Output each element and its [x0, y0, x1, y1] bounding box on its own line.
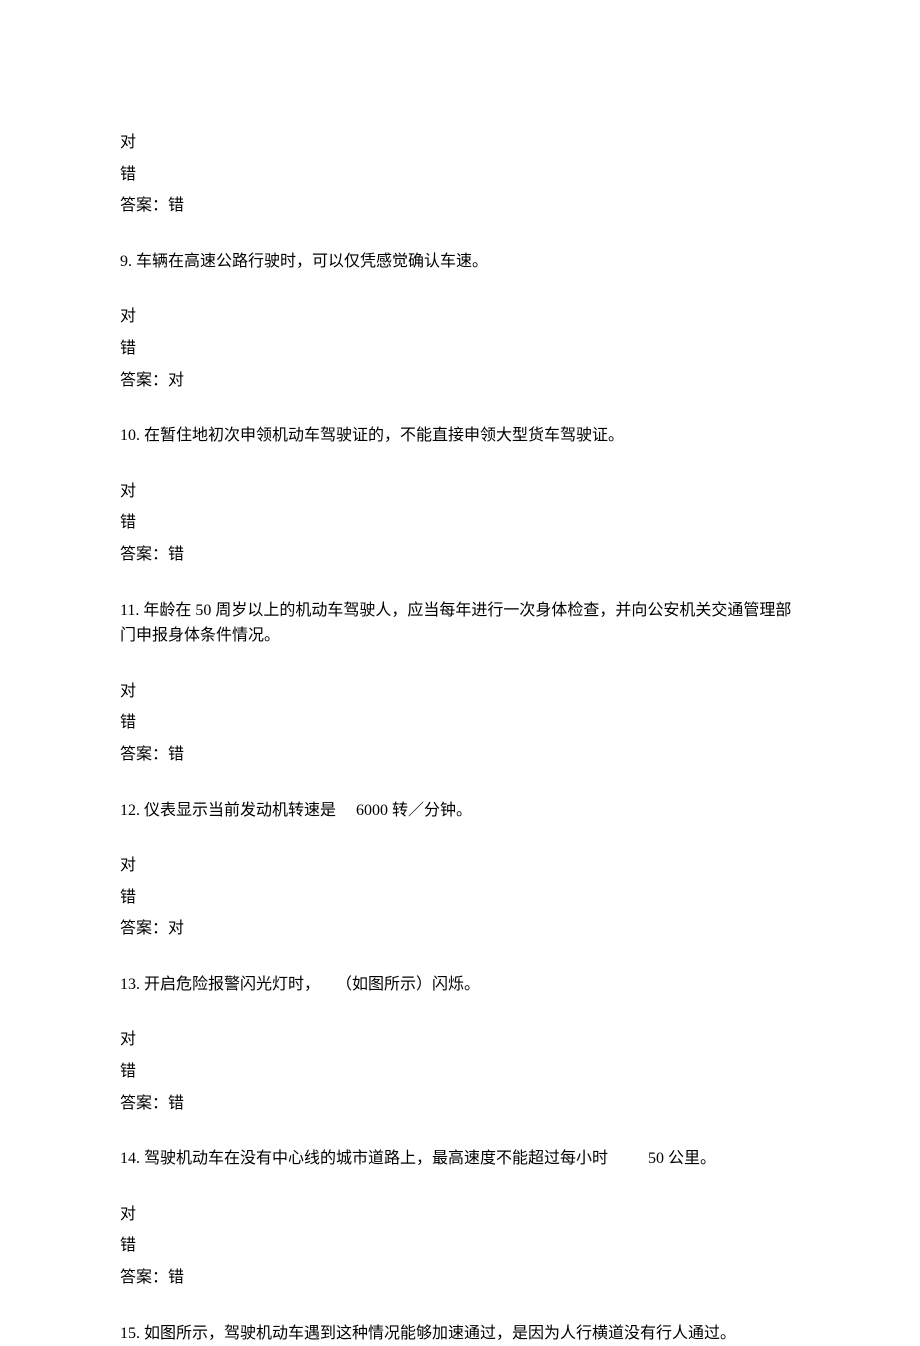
- question-body-prefix: 仪表显示当前发动机转速是: [144, 802, 336, 819]
- question-body-prefix: 开启危险报警闪光灯时，: [144, 976, 320, 993]
- question-body-suffix: （如图所示）闪烁。: [336, 976, 480, 993]
- option-true: 对: [120, 479, 800, 505]
- question-text: 15. 如图所示，驾驶机动车遇到这种情况能够加速通过，是因为人行横道没有行人通过…: [120, 1321, 800, 1346]
- option-false: 错: [120, 885, 800, 911]
- question-body: 年龄在 50 周岁以上的机动车驾驶人，应当每年进行一次身体检查，并向公安机关交通…: [120, 602, 791, 645]
- question-body-suffix: 50 公里。: [648, 1150, 716, 1167]
- answer-block: 对 错 答案：错: [120, 1202, 800, 1291]
- option-false: 错: [120, 1059, 800, 1085]
- answer-line: 答案：错: [120, 742, 800, 768]
- answer-block: 对 错 答案：错: [120, 479, 800, 568]
- question-11: 11. 年龄在 50 周岁以上的机动车驾驶人，应当每年进行一次身体检查，并向公安…: [120, 598, 800, 768]
- option-true: 对: [120, 853, 800, 879]
- answer-value: 错: [168, 1269, 184, 1286]
- question-number: 15.: [120, 1325, 140, 1342]
- question-text: 14. 驾驶机动车在没有中心线的城市道路上，最高速度不能超过每小时 50 公里。: [120, 1146, 800, 1172]
- answer-value: 错: [168, 197, 184, 214]
- answer-line: 答案：错: [120, 542, 800, 568]
- question-15: 15. 如图所示，驾驶机动车遇到这种情况能够加速通过，是因为人行横道没有行人通过…: [120, 1321, 800, 1346]
- option-true: 对: [120, 679, 800, 705]
- question-14: 14. 驾驶机动车在没有中心线的城市道路上，最高速度不能超过每小时 50 公里。…: [120, 1146, 800, 1290]
- question-number: 9.: [120, 253, 132, 270]
- answer-value: 错: [168, 746, 184, 763]
- option-false: 错: [120, 162, 800, 188]
- answer-label: 答案：: [120, 746, 168, 763]
- question-number: 14.: [120, 1150, 140, 1167]
- question-13: 13. 开启危险报警闪光灯时， （如图所示）闪烁。 对 错 答案：错: [120, 972, 800, 1116]
- answer-block: 对 错 答案：错: [120, 679, 800, 768]
- option-false: 错: [120, 336, 800, 362]
- question-text: 9. 车辆在高速公路行驶时，可以仅凭感觉确认车速。: [120, 249, 800, 275]
- question-body: 如图所示，驾驶机动车遇到这种情况能够加速通过，是因为人行横道没有行人通过。: [144, 1325, 736, 1342]
- question-12: 12. 仪表显示当前发动机转速是 6000 转／分钟。 对 错 答案：对: [120, 798, 800, 942]
- question-body-suffix: 6000 转／分钟。: [356, 802, 472, 819]
- answer-line: 答案：错: [120, 1091, 800, 1117]
- question-text: 12. 仪表显示当前发动机转速是 6000 转／分钟。: [120, 798, 800, 824]
- option-false: 错: [120, 710, 800, 736]
- answer-line: 答案：对: [120, 368, 800, 394]
- answer-label: 答案：: [120, 372, 168, 389]
- answer-line: 答案：错: [120, 193, 800, 219]
- answer-value: 对: [168, 372, 184, 389]
- answer-block: 对 错 答案：错: [120, 1027, 800, 1116]
- option-true: 对: [120, 1027, 800, 1053]
- question-text: 10. 在暂住地初次申领机动车驾驶证的，不能直接申领大型货车驾驶证。: [120, 423, 800, 449]
- question-text: 11. 年龄在 50 周岁以上的机动车驾驶人，应当每年进行一次身体检查，并向公安…: [120, 598, 800, 649]
- answer-line: 答案：错: [120, 1265, 800, 1291]
- answer-label: 答案：: [120, 920, 168, 937]
- question-number: 13.: [120, 976, 140, 993]
- question-number: 11.: [120, 602, 139, 619]
- answer-value: 错: [168, 1095, 184, 1112]
- answer-label: 答案：: [120, 1269, 168, 1286]
- answer-block: 对 错 答案：对: [120, 853, 800, 942]
- option-true: 对: [120, 1202, 800, 1228]
- question-number: 10.: [120, 427, 140, 444]
- question-body: 在暂住地初次申领机动车驾驶证的，不能直接申领大型货车驾驶证。: [144, 427, 624, 444]
- question-9: 9. 车辆在高速公路行驶时，可以仅凭感觉确认车速。 对 错 答案：对: [120, 249, 800, 393]
- answer-label: 答案：: [120, 546, 168, 563]
- question-text: 13. 开启危险报警闪光灯时， （如图所示）闪烁。: [120, 972, 800, 998]
- option-false: 错: [120, 1233, 800, 1259]
- question-10: 10. 在暂住地初次申领机动车驾驶证的，不能直接申领大型货车驾驶证。 对 错 答…: [120, 423, 800, 567]
- answer-label: 答案：: [120, 1095, 168, 1112]
- answer-label: 答案：: [120, 197, 168, 214]
- option-true: 对: [120, 130, 800, 156]
- answer-block: 对 错 答案：对: [120, 304, 800, 393]
- option-false: 错: [120, 510, 800, 536]
- question-number: 12.: [120, 802, 140, 819]
- answer-value: 错: [168, 546, 184, 563]
- answer-value: 对: [168, 920, 184, 937]
- question-body-prefix: 驾驶机动车在没有中心线的城市道路上，最高速度不能超过每小时: [144, 1150, 608, 1167]
- intro-block: 对 错 答案：错: [120, 130, 800, 219]
- answer-line: 答案：对: [120, 916, 800, 942]
- option-true: 对: [120, 304, 800, 330]
- question-body: 车辆在高速公路行驶时，可以仅凭感觉确认车速。: [136, 253, 488, 270]
